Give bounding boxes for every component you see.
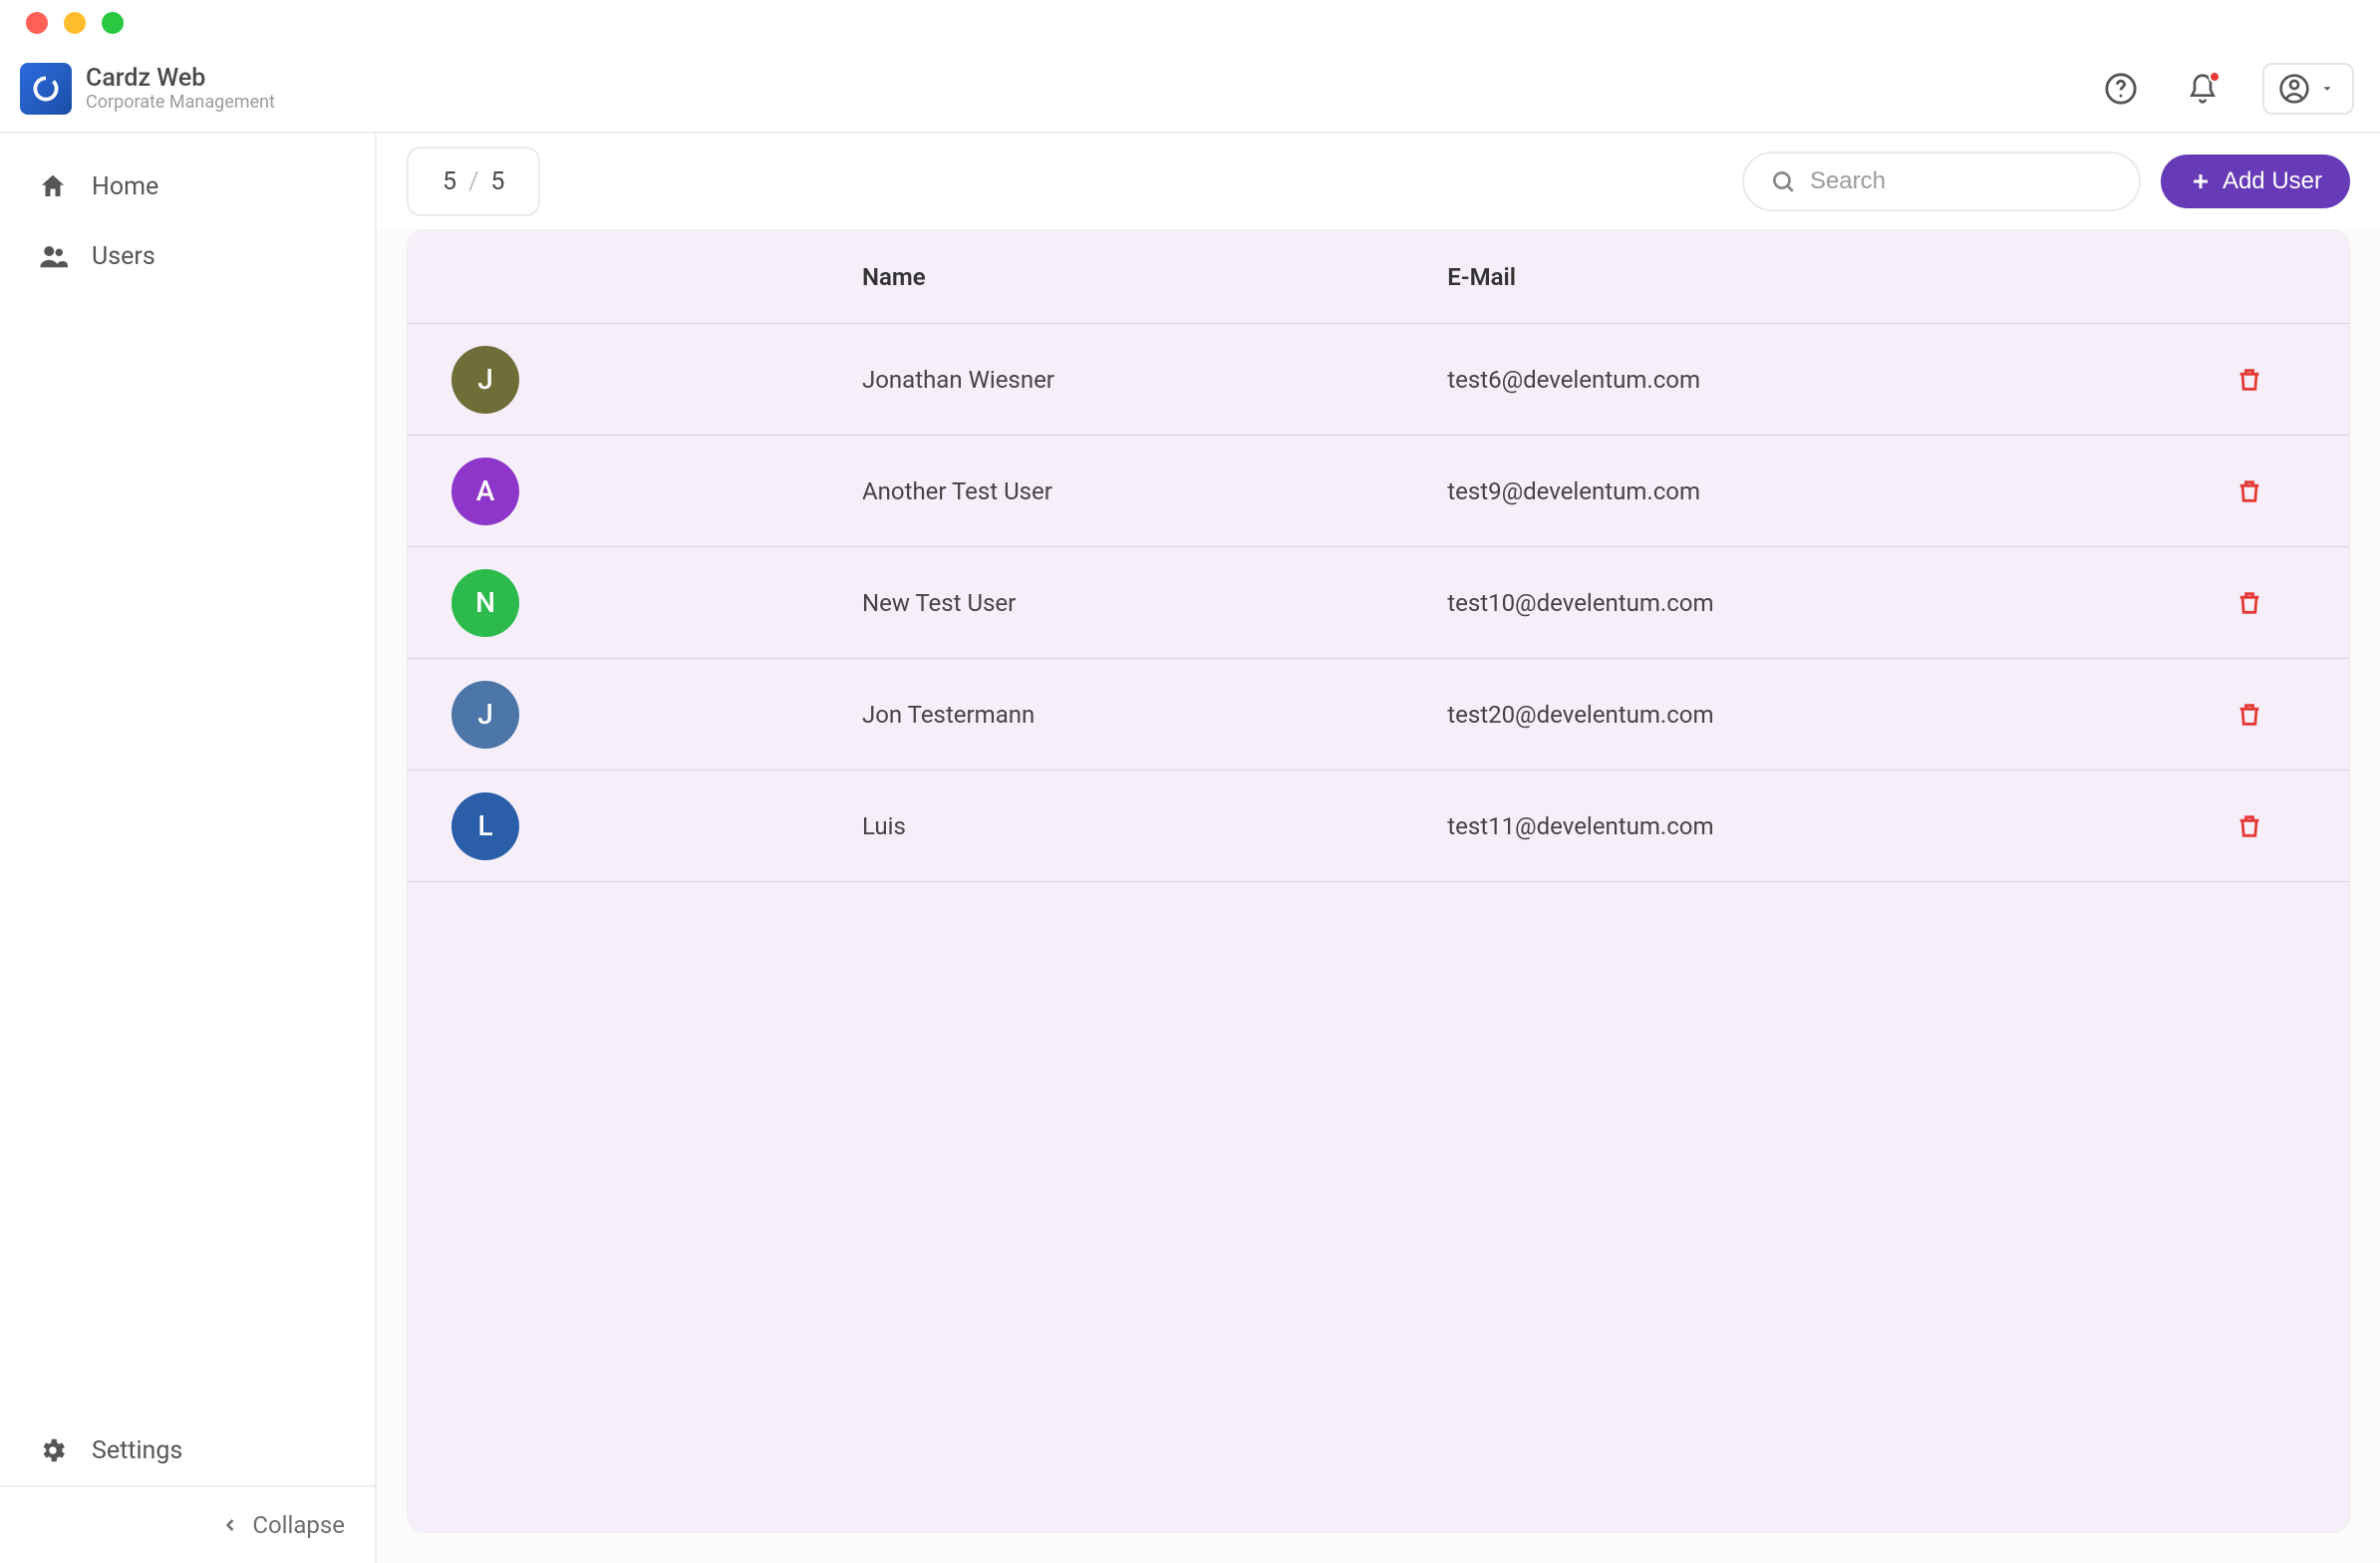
account-circle-icon — [2278, 73, 2310, 105]
sidebar-item-home[interactable]: Home — [0, 152, 375, 221]
table-header: Name E-Mail — [408, 230, 2349, 324]
table-row[interactable]: A Another Test Usertest9@develentum.com — [408, 436, 2349, 547]
user-name-cell: Jon Testermann — [862, 701, 1447, 729]
search-icon — [1770, 168, 1796, 194]
notifications-button[interactable] — [2181, 67, 2225, 111]
sidebar: Home Users Settings Collapse — [0, 134, 377, 1563]
user-email-cell: test6@develentum.com — [1447, 366, 2150, 394]
sidebar-item-label: Users — [92, 242, 155, 271]
app-logo-icon — [20, 63, 72, 115]
user-name-cell: New Test User — [862, 589, 1447, 617]
sidebar-item-users[interactable]: Users — [0, 221, 375, 291]
user-name-cell: Another Test User — [862, 477, 1447, 505]
delete-user-button[interactable] — [2228, 693, 2271, 737]
user-name-cell: Luis — [862, 812, 1447, 840]
sidebar-item-label: Home — [92, 172, 158, 201]
avatar: L — [451, 792, 519, 860]
mac-zoom-dot[interactable] — [102, 12, 124, 34]
sidebar-item-settings[interactable]: Settings — [0, 1415, 375, 1485]
sidebar-item-label: Settings — [92, 1436, 182, 1465]
count-total: 5 — [490, 167, 504, 196]
avatar: N — [451, 569, 519, 637]
topbar-actions — [2099, 63, 2354, 115]
trash-icon — [2235, 701, 2263, 729]
table-row[interactable]: J Jonathan Wiesnertest6@develentum.com — [408, 324, 2349, 436]
app-brand: Cardz Web Corporate Management — [20, 63, 275, 115]
app-subtitle: Corporate Management — [86, 93, 275, 113]
col-name: Name — [862, 263, 1447, 291]
app-title: Cardz Web — [86, 65, 275, 93]
main-content: 5 / 5 Add User Name — [377, 134, 2380, 1563]
caret-down-icon — [2320, 82, 2334, 96]
delete-user-button[interactable] — [2228, 358, 2271, 402]
table-row[interactable]: N New Test Usertest10@develentum.com — [408, 547, 2349, 659]
delete-user-button[interactable] — [2228, 581, 2271, 625]
count-separator: / — [468, 167, 478, 196]
account-menu[interactable] — [2262, 63, 2354, 115]
collapse-label: Collapse — [252, 1511, 345, 1539]
delete-user-button[interactable] — [2228, 469, 2271, 513]
gear-icon — [38, 1435, 68, 1465]
count-current: 5 — [443, 167, 456, 196]
table-row[interactable]: L Luistest11@develentum.com — [408, 771, 2349, 882]
avatar: A — [451, 458, 519, 525]
add-user-label: Add User — [2223, 167, 2322, 195]
topbar: Cardz Web Corporate Management — [0, 46, 2380, 134]
avatar: J — [451, 346, 519, 414]
user-email-cell: test11@develentum.com — [1447, 812, 2150, 840]
search-input[interactable] — [1810, 167, 2119, 195]
delete-user-button[interactable] — [2228, 804, 2271, 848]
table-row[interactable]: J Jon Testermanntest20@develentum.com — [408, 659, 2349, 771]
help-circle-icon — [2104, 72, 2138, 106]
trash-icon — [2235, 366, 2263, 394]
trash-icon — [2235, 589, 2263, 617]
trash-icon — [2235, 812, 2263, 840]
trash-icon — [2235, 477, 2263, 505]
count-card: 5 / 5 — [407, 147, 540, 216]
user-email-cell: test9@develentum.com — [1447, 477, 2150, 505]
mac-minimize-dot[interactable] — [64, 12, 86, 34]
mac-close-dot[interactable] — [26, 12, 48, 34]
mac-window-controls — [0, 0, 2380, 46]
user-email-cell: test10@develentum.com — [1447, 589, 2150, 617]
home-icon — [38, 171, 68, 201]
toolbar: 5 / 5 Add User — [377, 134, 2380, 229]
sidebar-collapse-button[interactable]: Collapse — [0, 1487, 375, 1563]
chevron-left-icon — [220, 1515, 240, 1535]
plus-icon — [2189, 169, 2213, 193]
user-name-cell: Jonathan Wiesner — [862, 366, 1447, 394]
users-panel: Name E-Mail J Jonathan Wiesnertest6@devel… — [407, 229, 2350, 1533]
help-button[interactable] — [2099, 67, 2143, 111]
search-box[interactable] — [1742, 152, 2141, 211]
avatar: J — [451, 681, 519, 749]
notification-badge — [2209, 71, 2221, 83]
col-email: E-Mail — [1447, 263, 2150, 291]
users-icon — [38, 241, 68, 271]
add-user-button[interactable]: Add User — [2161, 155, 2350, 208]
user-email-cell: test20@develentum.com — [1447, 701, 2150, 729]
